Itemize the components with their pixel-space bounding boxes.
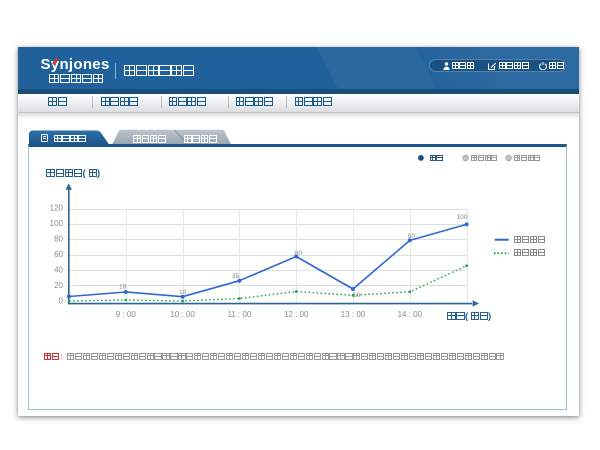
- svg-text:60: 60: [295, 250, 303, 257]
- svg-text:35: 35: [232, 273, 240, 280]
- svg-text:10: 10: [179, 289, 187, 296]
- svg-text:9 : 00: 9 : 00: [116, 310, 137, 319]
- svg-text:80: 80: [408, 233, 416, 240]
- svg-text:100: 100: [457, 214, 468, 221]
- svg-text:80: 80: [54, 235, 63, 244]
- svg-text:10: 10: [353, 292, 361, 299]
- svg-text:40: 40: [54, 266, 63, 275]
- svg-text:11 : 00: 11 : 00: [227, 310, 251, 319]
- svg-text:20: 20: [54, 281, 63, 290]
- svg-text:0: 0: [59, 297, 64, 306]
- svg-text:18: 18: [119, 284, 127, 291]
- svg-text:60: 60: [54, 250, 63, 259]
- svg-text:100: 100: [50, 219, 64, 228]
- svg-text:13 : 00: 13 : 00: [341, 310, 366, 319]
- svg-text:12 : 00: 12 : 00: [284, 310, 309, 319]
- svg-text:14 : 00: 14 : 00: [398, 310, 423, 319]
- svg-text:120: 120: [50, 204, 64, 213]
- svg-text:10 : 00: 10 : 00: [170, 310, 195, 319]
